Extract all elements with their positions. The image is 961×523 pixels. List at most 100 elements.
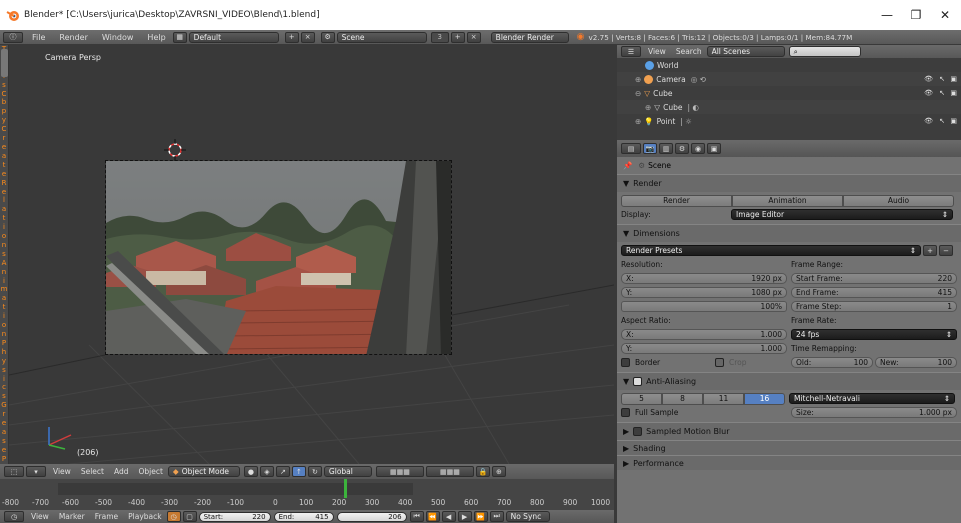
menu-help[interactable]: Help bbox=[140, 33, 172, 42]
layout-select[interactable]: Default bbox=[188, 31, 279, 43]
visibility-icon[interactable]: 👁 bbox=[924, 117, 933, 125]
editor-type-outliner-icon[interactable]: ☰ bbox=[621, 46, 641, 57]
old-field[interactable]: Old: 100 bbox=[791, 357, 873, 368]
translate-icon[interactable]: ↑ bbox=[291, 466, 306, 477]
resolution-percent-field[interactable]: 100% bbox=[621, 301, 787, 312]
scene-tab-icon[interactable]: ⚙ bbox=[675, 143, 689, 154]
editor-type-properties-icon[interactable]: ▤ bbox=[621, 143, 641, 154]
menu-object[interactable]: Object bbox=[133, 467, 167, 476]
render-engine-select[interactable]: Blender Render bbox=[490, 31, 569, 43]
minimize-button[interactable]: — bbox=[872, 0, 902, 30]
new-field[interactable]: New: 100 bbox=[875, 357, 957, 368]
play-icon[interactable]: ▶ bbox=[457, 511, 472, 522]
manipulator-icon[interactable]: ↗ bbox=[275, 466, 290, 477]
layout-grid-icon[interactable]: ▦ bbox=[172, 31, 187, 43]
editor-menu-toggle-icon[interactable]: ▾ bbox=[26, 466, 46, 477]
orientation-select[interactable]: Global bbox=[323, 466, 372, 477]
outliner[interactable]: ☰ View Search All Scenes ⌕ World ⊕ Camer… bbox=[617, 45, 961, 140]
remove-scene-icon[interactable]: × bbox=[466, 31, 481, 43]
menu-file[interactable]: File bbox=[25, 33, 52, 42]
shading-panel-header[interactable]: ▶ Shading bbox=[617, 440, 961, 455]
render-button[interactable]: Render bbox=[621, 194, 732, 207]
render-icon[interactable]: ▣ bbox=[950, 89, 957, 97]
expand-icon[interactable]: ⊕ bbox=[635, 75, 641, 84]
fps-select[interactable]: 24 fps ⇕ bbox=[791, 329, 957, 340]
scene-type-icon[interactable]: ⚙ bbox=[320, 31, 335, 43]
full-sample-checkbox[interactable] bbox=[621, 408, 630, 417]
filter-size-field[interactable]: Size: 1.000 px bbox=[791, 407, 957, 418]
scene-select[interactable]: Scene bbox=[336, 31, 427, 43]
aa-filter-select[interactable]: Mitchell-Netravali ⇕ bbox=[789, 393, 955, 404]
pivot-point-icon[interactable]: ◈ bbox=[259, 466, 274, 477]
jump-end-icon[interactable]: ⏭ bbox=[489, 511, 504, 522]
jump-key-fwd-icon[interactable]: ⏩ bbox=[473, 511, 488, 522]
visibility-icon[interactable]: 👁 bbox=[924, 75, 933, 83]
close-button[interactable]: ✕ bbox=[930, 0, 960, 30]
anti-aliasing-panel-header[interactable]: ▼ Anti-Aliasing bbox=[617, 372, 961, 390]
outliner-filter-select[interactable]: All Scenes bbox=[706, 46, 785, 57]
render-icon[interactable]: ▣ bbox=[950, 75, 957, 83]
selectable-icon[interactable]: ↖ bbox=[939, 117, 945, 125]
jump-start-icon[interactable]: ⏮ bbox=[409, 511, 424, 522]
object-tab-icon[interactable]: ▣ bbox=[707, 143, 721, 154]
outliner-item-cube-mesh[interactable]: ⊕ ▽ Cube | ◐ bbox=[617, 100, 961, 114]
selectable-icon[interactable]: ↖ bbox=[939, 75, 945, 83]
selectable-icon[interactable]: ↖ bbox=[939, 89, 945, 97]
expand-icon[interactable]: ⊕ bbox=[635, 117, 641, 126]
editor-type-3d-icon[interactable]: ⬚ bbox=[4, 466, 24, 477]
expand-icon[interactable]: ⊕ bbox=[645, 103, 651, 112]
aa-samples-11[interactable]: 11 bbox=[703, 392, 744, 405]
anti-aliasing-checkbox[interactable] bbox=[633, 377, 643, 386]
render-icon[interactable]: ▣ bbox=[950, 117, 957, 125]
outliner-item-camera[interactable]: ⊕ Camera ◎ ⟲ 👁 ↖ ▣ bbox=[617, 72, 961, 86]
end-frame-prop-field[interactable]: End Frame: 415 bbox=[791, 287, 957, 298]
menu-marker[interactable]: Marker bbox=[54, 512, 90, 521]
outliner-search-input[interactable]: ⌕ bbox=[788, 46, 861, 57]
performance-panel-header[interactable]: ▶ Performance bbox=[617, 455, 961, 470]
layers-grid-1[interactable]: ▦▦▦ bbox=[375, 466, 424, 477]
lock-icon[interactable]: 🔒 bbox=[475, 466, 490, 477]
timeline[interactable]: -800 -700 -600 -500 -400 -300 -200 -100 … bbox=[0, 479, 614, 510]
snap-icon[interactable]: ⊕ bbox=[491, 466, 506, 477]
rotate-icon[interactable]: ↻ bbox=[307, 466, 322, 477]
properties-editor[interactable]: ▤ 📷 ▥ ⚙ ◉ ▣ 📌 ⚙ Scene ▼ Render Render An… bbox=[617, 140, 961, 523]
motion-blur-panel-header[interactable]: ▶ Sampled Motion Blur bbox=[617, 422, 961, 440]
menu-add[interactable]: Add bbox=[109, 467, 134, 476]
resolution-x-field[interactable]: X: 1920 px bbox=[621, 273, 787, 284]
crop-checkbox[interactable] bbox=[715, 358, 724, 367]
aa-samples-16[interactable]: 16 bbox=[744, 392, 785, 405]
outliner-item-cube[interactable]: ⊖ ▽ Cube 👁 ↖ ▣ bbox=[617, 86, 961, 100]
remove-layout-icon[interactable]: × bbox=[300, 31, 315, 43]
animation-button[interactable]: Animation bbox=[732, 194, 843, 207]
preview-range-icon[interactable]: ◷ bbox=[166, 511, 181, 522]
border-checkbox[interactable] bbox=[621, 358, 630, 367]
add-preset-icon[interactable]: + bbox=[923, 245, 937, 256]
menu-window[interactable]: Window bbox=[95, 33, 141, 42]
visibility-icon[interactable]: 👁 bbox=[924, 89, 933, 97]
display-select[interactable]: Image Editor ⇕ bbox=[731, 209, 953, 220]
menu-view-timeline[interactable]: View bbox=[26, 512, 54, 521]
render-presets-select[interactable]: Render Presets ⇕ bbox=[621, 245, 921, 256]
render-panel-header[interactable]: ▼ Render bbox=[617, 174, 961, 192]
menu-render[interactable]: Render bbox=[52, 33, 94, 42]
remove-preset-icon[interactable]: − bbox=[939, 245, 953, 256]
aa-samples-8[interactable]: 8 bbox=[662, 392, 703, 405]
mode-select[interactable]: ◆ Object Mode bbox=[167, 466, 240, 477]
collapse-icon[interactable]: ⊖ bbox=[635, 89, 641, 98]
menu-frame[interactable]: Frame bbox=[90, 512, 123, 521]
end-frame-field[interactable]: End: 415 bbox=[273, 511, 334, 522]
resolution-y-field[interactable]: Y: 1080 px bbox=[621, 287, 787, 298]
aspect-y-field[interactable]: Y: 1.000 bbox=[621, 343, 787, 354]
outliner-menu-view[interactable]: View bbox=[643, 47, 671, 56]
start-frame-field[interactable]: Start: 220 bbox=[198, 511, 271, 522]
render-layers-tab-icon[interactable]: ▥ bbox=[659, 143, 673, 154]
toolshelf-tabs[interactable]: ToolsCbpyCreateRelationsAnimationPhysics… bbox=[0, 45, 9, 507]
aa-samples-5[interactable]: 5 bbox=[621, 392, 662, 405]
aspect-x-field[interactable]: X: 1.000 bbox=[621, 329, 787, 340]
world-tab-icon[interactable]: ◉ bbox=[691, 143, 705, 154]
3d-viewport[interactable]: Camera Persp (206) bbox=[9, 45, 614, 464]
frame-step-field[interactable]: Frame Step: 1 bbox=[791, 301, 957, 312]
editor-type-timeline-icon[interactable]: ◷ bbox=[4, 511, 24, 522]
motion-blur-checkbox[interactable] bbox=[633, 427, 643, 436]
current-frame-field[interactable]: 206 bbox=[336, 511, 407, 522]
